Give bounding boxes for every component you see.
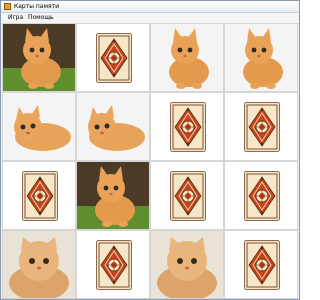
kitten-fluffy-icon: [151, 231, 223, 298]
menu-help[interactable]: Помощь: [28, 13, 54, 23]
card-face-up[interactable]: [150, 230, 224, 299]
card-face-down[interactable]: [224, 230, 298, 299]
card-back-icon: [170, 102, 206, 152]
kitten-lying-icon: [3, 93, 75, 160]
kitten-sitting-icon: [225, 24, 297, 91]
card-face-up[interactable]: [2, 23, 76, 92]
card-face-up[interactable]: [224, 23, 298, 92]
card-face-up[interactable]: [2, 230, 76, 299]
card-face-down[interactable]: [224, 92, 298, 161]
game-window: Карты памяти Игра Помощь: [0, 0, 300, 300]
kitten-grass-icon: [77, 162, 149, 229]
kitten-lying-icon: [77, 93, 149, 160]
card-back-icon: [244, 240, 280, 290]
card-face-up[interactable]: [76, 161, 150, 230]
card-face-up[interactable]: [150, 23, 224, 92]
kitten-sitting-icon: [151, 24, 223, 91]
card-back-icon: [170, 171, 206, 221]
app-icon: [4, 3, 11, 10]
card-face-down[interactable]: [76, 23, 150, 92]
card-face-down[interactable]: [224, 161, 298, 230]
menu-game[interactable]: Игра: [8, 13, 23, 23]
card-face-down[interactable]: [2, 161, 76, 230]
kitten-grass-icon: [3, 24, 75, 91]
card-back-icon: [244, 171, 280, 221]
title-bar[interactable]: Карты памяти: [1, 1, 299, 13]
card-face-up[interactable]: [76, 92, 150, 161]
card-back-icon: [244, 102, 280, 152]
card-board: [2, 23, 298, 299]
card-back-icon: [22, 171, 58, 221]
card-face-down[interactable]: [76, 230, 150, 299]
card-face-down[interactable]: [150, 92, 224, 161]
card-back-icon: [96, 33, 132, 83]
card-back-icon: [96, 240, 132, 290]
card-face-up[interactable]: [2, 92, 76, 161]
kitten-fluffy-icon: [3, 231, 75, 298]
window-title: Карты памяти: [14, 3, 60, 10]
card-face-down[interactable]: [150, 161, 224, 230]
